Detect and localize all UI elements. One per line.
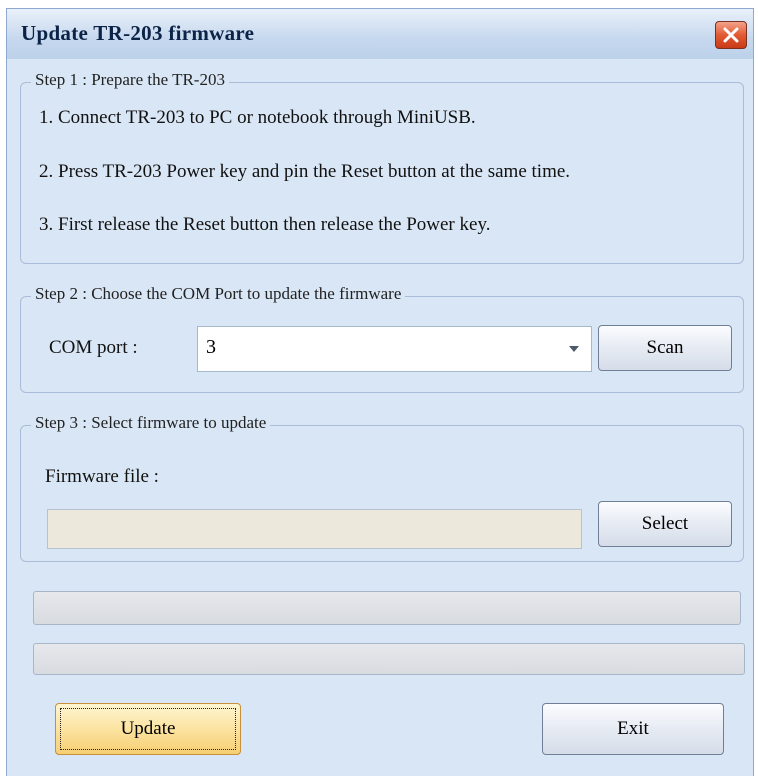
firmware-update-dialog: Update TR-203 firmware Step 1 : Prepare … [6, 8, 754, 776]
dropdown-arrow[interactable] [557, 327, 591, 371]
step1-instruction-2: 2. Press TR-203 Power key and pin the Re… [39, 161, 571, 182]
progress-bar [33, 643, 745, 675]
step3-legend: Step 3 : Select firmware to update [31, 413, 271, 433]
status-bar [33, 591, 741, 625]
close-icon [723, 27, 739, 43]
com-port-value: 3 [206, 336, 216, 358]
focus-rectangle [60, 708, 236, 750]
step1-instruction-3: 3. First release the Reset button then r… [39, 214, 491, 235]
exit-button[interactable]: Exit [542, 703, 724, 755]
step1-legend: Step 1 : Prepare the TR-203 [31, 70, 229, 90]
select-button-label: Select [641, 513, 689, 534]
window-title: Update TR-203 firmware [21, 21, 255, 45]
firmware-file-label: Firmware file : [45, 466, 159, 487]
select-button[interactable]: Select [598, 501, 732, 547]
scan-button-label: Scan [646, 337, 684, 358]
com-port-label: COM port : [49, 337, 138, 358]
title-bar[interactable]: Update TR-203 firmware [7, 9, 753, 59]
scan-button[interactable]: Scan [598, 325, 732, 371]
firmware-file-field[interactable] [47, 509, 582, 549]
exit-button-label: Exit [617, 718, 649, 739]
chevron-down-icon [569, 346, 579, 352]
update-button[interactable]: Update [55, 703, 241, 755]
step2-legend: Step 2 : Choose the COM Port to update t… [31, 284, 406, 304]
close-button[interactable] [715, 21, 747, 49]
step1-instruction-1: 1. Connect TR-203 to PC or notebook thro… [39, 107, 476, 128]
com-port-dropdown[interactable]: 3 [197, 326, 592, 372]
step1-group: Step 1 : Prepare the TR-203 1. Connect T… [20, 70, 744, 264]
